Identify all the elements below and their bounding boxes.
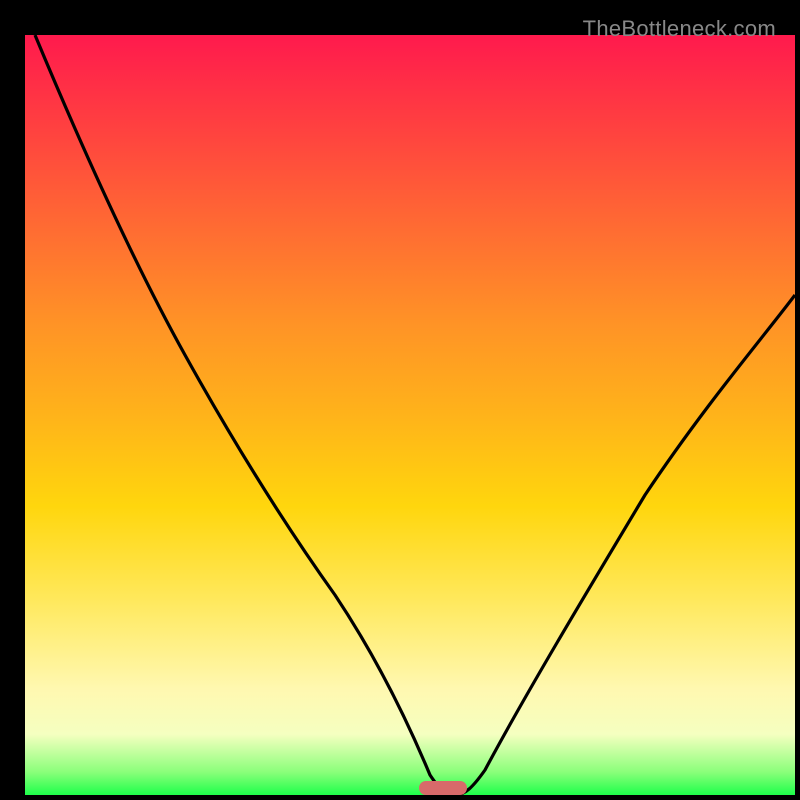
chart-frame: TheBottleneck.com [10,10,790,790]
optimal-marker [419,781,467,795]
chart-plot-area [25,35,795,795]
bottleneck-curve [25,35,795,795]
curve-path [35,35,795,795]
watermark-text: TheBottleneck.com [583,16,776,42]
